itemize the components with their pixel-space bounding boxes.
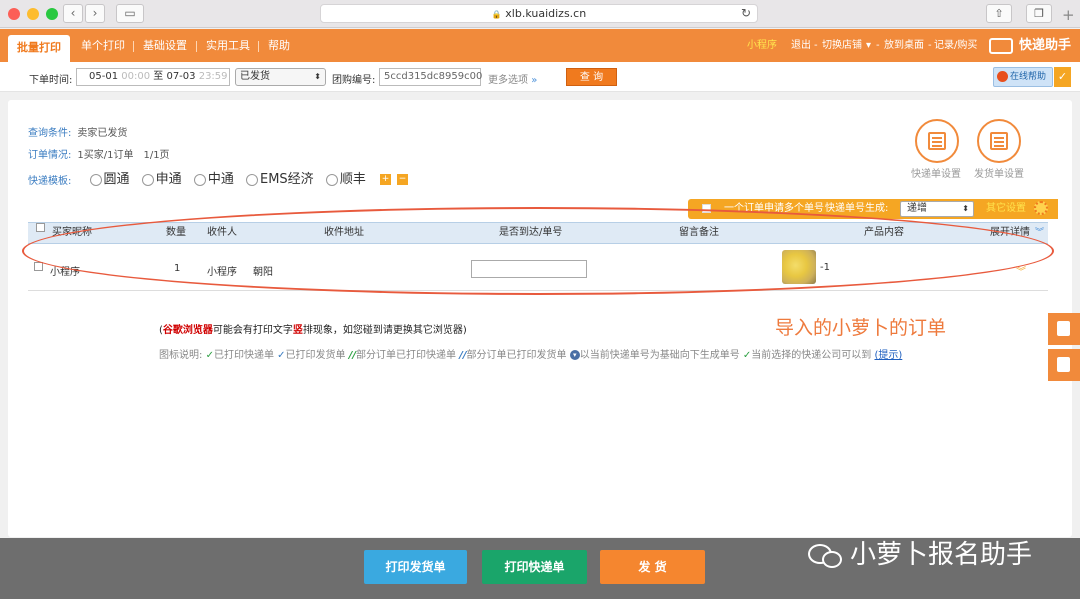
status-select[interactable]: 已发货 ⬍ xyxy=(235,68,326,86)
check-icon[interactable]: ✓ xyxy=(1054,67,1071,87)
address-url: xlb.kuaidizs.cn xyxy=(505,7,587,20)
mini-program-link[interactable]: 小程序 xyxy=(747,29,777,62)
select-arrow-icon: ⬍ xyxy=(962,204,969,213)
zoom-window-button[interactable] xyxy=(46,8,58,20)
tab-batch-print[interactable]: 批量打印 xyxy=(8,35,70,62)
chat-icon xyxy=(1057,321,1070,336)
sidebar-toggle-icon[interactable]: ▭ xyxy=(116,4,144,23)
chevron-down-icon: ▾ xyxy=(569,350,580,360)
gear-icon[interactable] xyxy=(1034,201,1048,215)
remove-template-icon[interactable]: − xyxy=(396,174,408,185)
express-settings-icon[interactable] xyxy=(915,119,959,163)
radio-ems[interactable] xyxy=(245,173,258,186)
group-number-input[interactable]: 5ccd315dc8959c00 xyxy=(379,68,482,86)
new-tab-icon[interactable]: + xyxy=(1062,6,1075,24)
date-label: 下单时间: xyxy=(29,75,73,86)
online-help-button[interactable]: 在线帮助 xyxy=(993,67,1053,87)
edit-icon xyxy=(1057,357,1070,372)
logo-text: 快递助手 xyxy=(1019,38,1072,53)
address-bar[interactable]: 🔒 xlb.kuaidizs.cn ↻ xyxy=(320,4,758,23)
invoice-settings-icon[interactable] xyxy=(977,119,1021,163)
main-nav: 批量打印 单个打印 基础设置 实用工具 帮助 小程序 退出 - 切换店铺 ▾ -… xyxy=(0,29,1080,62)
lock-icon: 🔒 xyxy=(491,10,502,19)
print-invoice-button[interactable]: 打印发货单 xyxy=(364,550,467,584)
filter-bar: 下单时间: 05-01 00:00 至 07-03 23:59 已发货 ⬍ 团购编… xyxy=(0,62,1080,92)
tab-basic-settings[interactable]: 基础设置 xyxy=(143,29,187,62)
print-express-button[interactable]: 打印快递单 xyxy=(482,550,587,584)
forward-icon[interactable]: › xyxy=(85,4,105,23)
records-purchase-link[interactable]: 记录/购买 xyxy=(934,29,977,62)
check-icon: ✓ xyxy=(277,350,286,361)
minimize-window-button[interactable] xyxy=(27,8,39,20)
hint-link[interactable]: (提示) xyxy=(874,350,902,361)
tab-help[interactable]: 帮助 xyxy=(268,29,290,62)
back-icon[interactable]: ‹ xyxy=(63,4,83,23)
partial-icon: // xyxy=(348,350,357,361)
invoice-settings-label[interactable]: 发货单设置 xyxy=(974,165,1024,180)
chevron-down-icon[interactable]: ▾ xyxy=(866,29,871,62)
tab-single-print[interactable]: 单个打印 xyxy=(81,29,125,62)
watermark: 小萝卜报名助手 xyxy=(808,534,1032,571)
nav-divider xyxy=(196,41,197,52)
reload-icon[interactable]: ↻ xyxy=(741,5,751,22)
highlight-ellipse xyxy=(22,207,1054,295)
express-template-selector: 快递模板: 圆通 申通 中通 EMS经济 顺丰 + − xyxy=(28,172,408,187)
tabs-overview-icon[interactable]: ❐ xyxy=(1026,4,1052,23)
nav-divider xyxy=(133,41,134,52)
support-agent-icon xyxy=(997,71,1008,82)
wechat-icon xyxy=(808,542,846,570)
browser-toolbar: ‹ › ▭ 🔒 xlb.kuaidizs.cn ↻ ⇧ ❐ + xyxy=(0,0,1080,28)
order-status: 订单情况: 1买家/1订单 1/1页 xyxy=(28,150,170,161)
switch-shop-link[interactable]: 切换店铺 xyxy=(822,29,862,62)
check-icon: ✓ xyxy=(205,350,214,361)
app-logo: 快递助手 xyxy=(989,37,1071,55)
logo-icon xyxy=(989,37,1013,54)
radio-shunfeng[interactable] xyxy=(325,173,338,186)
ship-button[interactable]: 发 货 xyxy=(600,550,705,584)
add-template-icon[interactable]: + xyxy=(379,174,391,185)
radio-yuantong[interactable] xyxy=(89,173,102,186)
tab-tools[interactable]: 实用工具 xyxy=(206,29,250,62)
nav-divider xyxy=(258,41,259,52)
row-checkbox[interactable] xyxy=(34,262,43,271)
logout-link[interactable]: 退出 xyxy=(791,29,811,62)
double-chevron-icon: » xyxy=(531,75,538,86)
share-icon[interactable]: ⇧ xyxy=(986,4,1012,23)
other-settings-link[interactable]: 其它设置 xyxy=(986,199,1026,219)
more-options-link[interactable]: 更多选项 » xyxy=(488,71,537,86)
date-range-input[interactable]: 05-01 00:00 至 07-03 23:59 xyxy=(76,68,230,86)
add-desktop-link[interactable]: 放到桌面 xyxy=(884,29,924,62)
query-condition: 查询条件: 卖家已发货 xyxy=(28,128,128,139)
browser-warning: (谷歌浏览器可能会有打印文字竖排现象，如您碰到请更换其它浏览器) xyxy=(159,325,467,336)
radio-zhongtong[interactable] xyxy=(193,173,206,186)
edit-tab[interactable] xyxy=(1048,349,1080,381)
group-number-label: 团购编号: xyxy=(332,75,376,86)
query-button[interactable]: 查 询 xyxy=(566,68,617,86)
radio-shentong[interactable] xyxy=(141,173,154,186)
select-all-checkbox[interactable] xyxy=(36,223,45,232)
express-settings-label[interactable]: 快递单设置 xyxy=(911,165,961,180)
select-arrow-icon: ⬍ xyxy=(314,72,321,81)
waybill-gen-select[interactable]: 递增 ⬍ xyxy=(900,201,974,217)
annotation-text: 导入的小萝卜的订单 xyxy=(775,317,947,339)
icon-legend: 图标说明: ✓已打印快递单 ✓已打印发货单 //部分订单已打印快递单 //部分订… xyxy=(159,350,903,361)
close-window-button[interactable] xyxy=(8,8,20,20)
orders-panel: 查询条件: 卖家已发货 订单情况: 1买家/1订单 1/1页 快递模板: 圆通 申通… xyxy=(8,100,1072,537)
partial-icon: // xyxy=(459,350,467,361)
feedback-tab[interactable] xyxy=(1048,313,1080,345)
